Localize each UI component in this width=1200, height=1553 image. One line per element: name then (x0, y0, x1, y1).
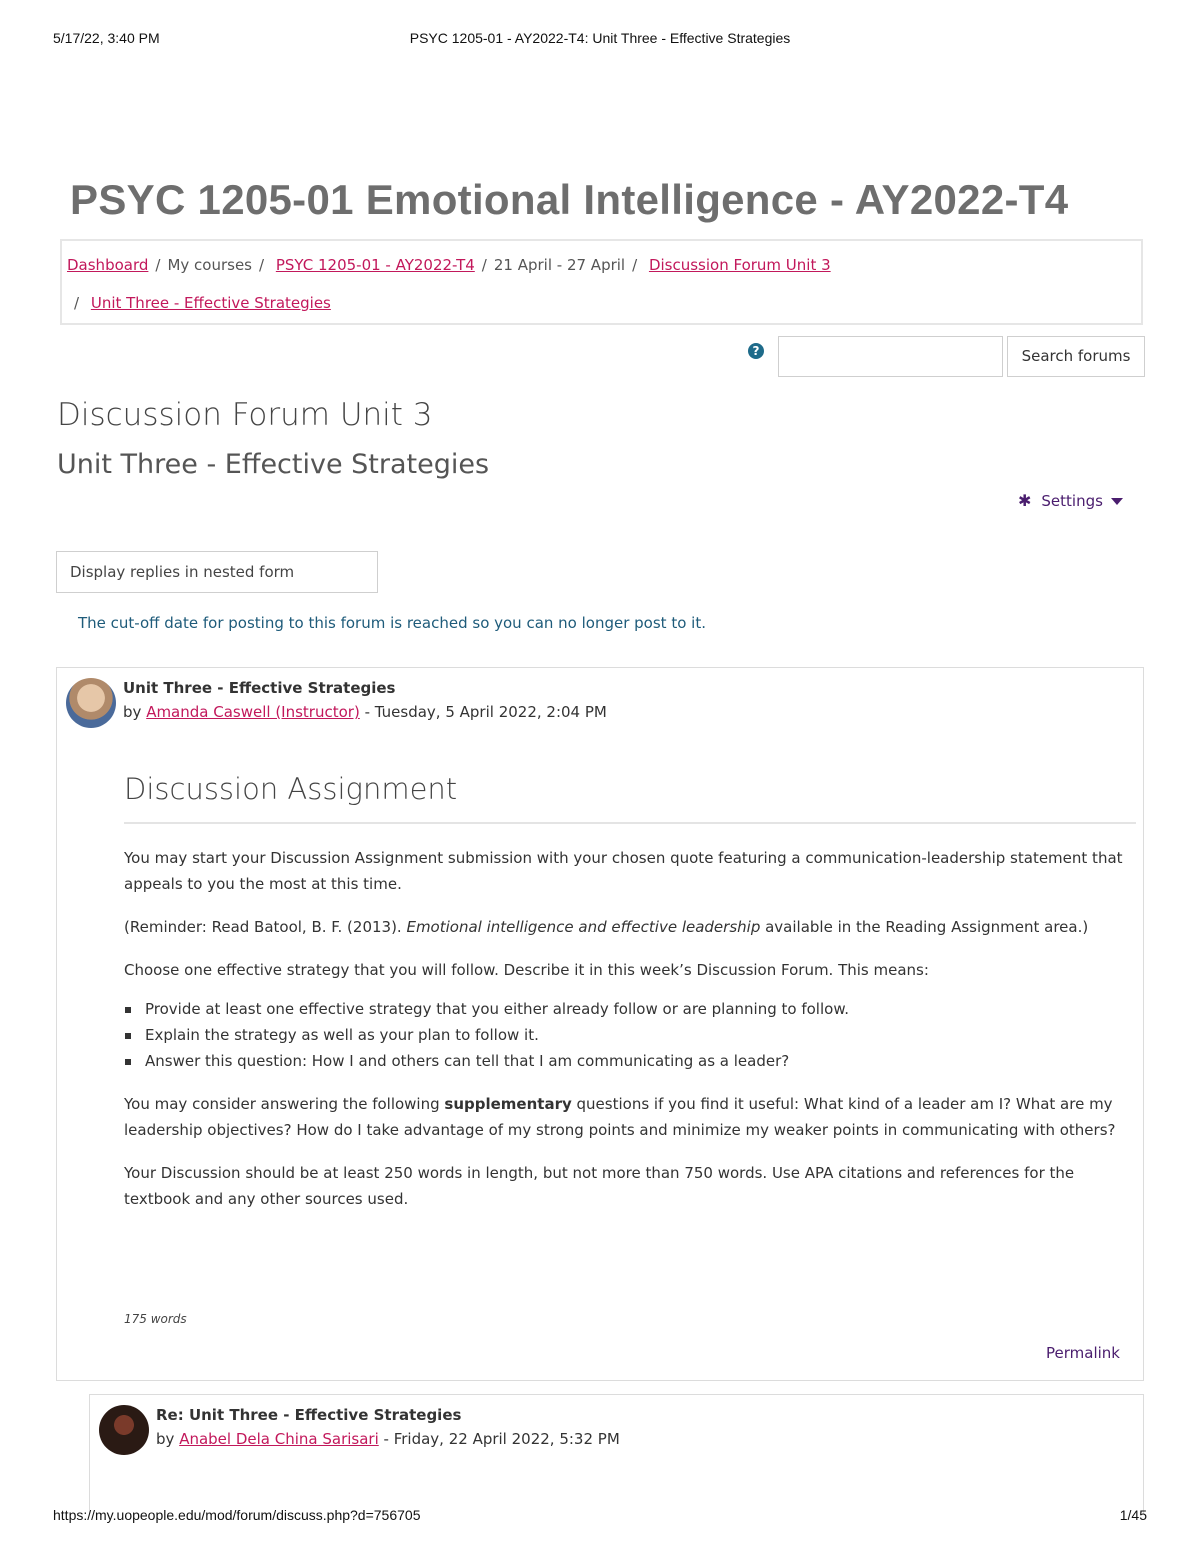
caret-down-icon (1110, 498, 1123, 505)
forum-post-reply: Re: Unit Three - Effective Strategies by… (89, 1394, 1144, 1514)
search-forums-button[interactable]: Search forums (1007, 336, 1145, 377)
post-date: - Friday, 22 April 2022, 5:32 PM (383, 1430, 620, 1448)
breadcrumb-dashboard-link[interactable]: Dashboard (67, 256, 148, 274)
post-content-heading: Discussion Assignment (124, 772, 458, 806)
breadcrumb-course-link[interactable]: PSYC 1205-01 - AY2022-T4 (276, 256, 475, 274)
post-by-label: by (123, 703, 142, 721)
settings-label: Settings (1041, 492, 1103, 510)
permalink-link[interactable]: Permalink (1046, 1344, 1120, 1362)
post-by-label: by (156, 1430, 175, 1448)
post-subject: Re: Unit Three - Effective Strategies (156, 1406, 462, 1424)
reminder-text-end: available in the Reading Assignment area… (760, 918, 1089, 936)
breadcrumb-week: 21 April - 27 April (493, 256, 626, 274)
search-input[interactable] (778, 336, 1003, 377)
list-item: Explain the strategy as well as your pla… (125, 1022, 1136, 1048)
gear-icon: ✱ (1018, 491, 1032, 510)
list-item: Answer this question: How I and others c… (125, 1048, 1136, 1074)
breadcrumb-forum-link[interactable]: Discussion Forum Unit 3 (649, 256, 831, 274)
list-item: Provide at least one effective strategy … (125, 996, 1136, 1022)
forum-heading: Discussion Forum Unit 3 (57, 397, 433, 433)
breadcrumb-separator: / (259, 256, 265, 274)
course-title: PSYC 1205-01 Emotional Intelligence - AY… (70, 176, 1069, 223)
post-author-link[interactable]: Anabel Dela China Sarisari (179, 1430, 379, 1448)
post-subject: Unit Three - Effective Strategies (123, 679, 396, 697)
supplementary-bold: supplementary (444, 1095, 572, 1113)
settings-menu[interactable]: ✱ Settings (1018, 491, 1123, 510)
avatar[interactable] (66, 678, 116, 728)
divider (124, 822, 1136, 824)
post-author-link[interactable]: Amanda Caswell (Instructor) (146, 703, 360, 721)
cutoff-notice: The cut-off date for posting to this for… (78, 614, 706, 632)
post-paragraph-reminder: (Reminder: Read Batool, B. F. (2013). Em… (124, 914, 1136, 940)
reading-title: Emotional intelligence and effective lea… (406, 918, 761, 936)
post-byline: by Amanda Caswell (Instructor) - Tuesday… (123, 703, 607, 721)
breadcrumb-discussion-link[interactable]: Unit Three - Effective Strategies (91, 294, 331, 312)
breadcrumb-separator: / (632, 256, 638, 274)
breadcrumb-separator: / (155, 256, 161, 274)
print-page-title: PSYC 1205-01 - AY2022-T4: Unit Three - E… (409, 30, 791, 46)
post-bullet-list: Provide at least one effective strategy … (124, 996, 1136, 1074)
post-byline: by Anabel Dela China Sarisari - Friday, … (156, 1430, 620, 1448)
post-content: You may start your Discussion Assignment… (124, 845, 1136, 1229)
discussion-heading: Unit Three - Effective Strategies (57, 449, 490, 480)
print-page-number: 1/45 (1119, 1507, 1147, 1523)
post-date: - Tuesday, 5 April 2022, 2:04 PM (364, 703, 607, 721)
question-circle-icon[interactable]: ? (748, 343, 764, 359)
reminder-text: (Reminder: Read Batool, B. F. (2013). (124, 918, 407, 936)
display-mode-select[interactable]: Display replies in nested form (56, 551, 378, 593)
breadcrumb: Dashboard / My courses / PSYC 1205-01 - AY2… (60, 239, 1143, 325)
breadcrumb-my-courses: My courses (167, 256, 252, 274)
post-paragraph: Choose one effective strategy that you w… (124, 961, 929, 979)
post-paragraph: Your Discussion should be at least 250 w… (124, 1164, 1075, 1208)
breadcrumb-separator: / (74, 294, 80, 312)
print-url: https://my.uopeople.edu/mod/forum/discus… (53, 1507, 421, 1523)
post-paragraph-supplementary: You may consider answering the following… (124, 1091, 1136, 1143)
post-paragraph: You may start your Discussion Assignment… (124, 849, 1123, 893)
avatar[interactable] (99, 1405, 149, 1455)
supplementary-text: You may consider answering the following (124, 1095, 445, 1113)
word-count: 175 words (124, 1312, 187, 1326)
breadcrumb-separator: / (481, 256, 487, 274)
forum-post: Unit Three - Effective Strategies by Ama… (56, 667, 1144, 1381)
